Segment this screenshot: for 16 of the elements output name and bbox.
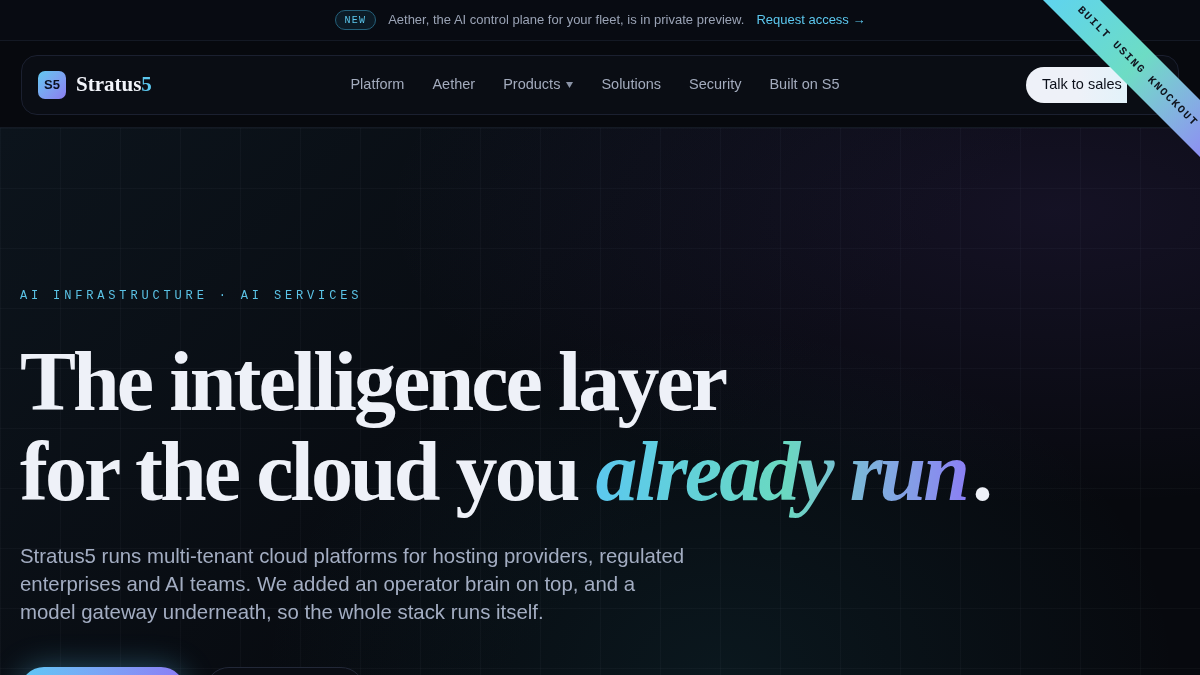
talk-to-sales-button[interactable]: Talk to sales bbox=[1026, 67, 1127, 103]
nav-link[interactable]: Security bbox=[689, 74, 742, 96]
announcement-text: Aether, the AI control plane for your fleet, is in private preview. bbox=[388, 11, 745, 30]
nav-link[interactable]: Platform bbox=[350, 74, 405, 96]
new-badge: NEW bbox=[334, 10, 377, 30]
products-menu[interactable]: Products bbox=[503, 74, 574, 96]
nav-link[interactable]: Solutions bbox=[601, 74, 662, 96]
hero-headline: The intelligence layer for the cloud you already run. bbox=[20, 337, 992, 517]
brand-name[interactable]: Stratus5 bbox=[76, 69, 152, 101]
request-access-link[interactable]: Request access → bbox=[756, 10, 866, 30]
nav-link[interactable]: Built on S5 bbox=[769, 74, 840, 96]
logo-mark[interactable]: S5 bbox=[38, 71, 66, 99]
nav-link[interactable]: Aether bbox=[432, 74, 476, 96]
hero-description: Stratus5 runs multi-tenant cloud platforms for hosting providers, regulated enterprises and AI teams. We added an operator brain on top, and a model gateway underneath, so the whole stack runs itself. bbox=[20, 544, 686, 625]
eyebrow-label: AI INFRASTRUCTURE · AI SERVICES bbox=[20, 288, 364, 304]
caret-icon bbox=[566, 82, 574, 88]
